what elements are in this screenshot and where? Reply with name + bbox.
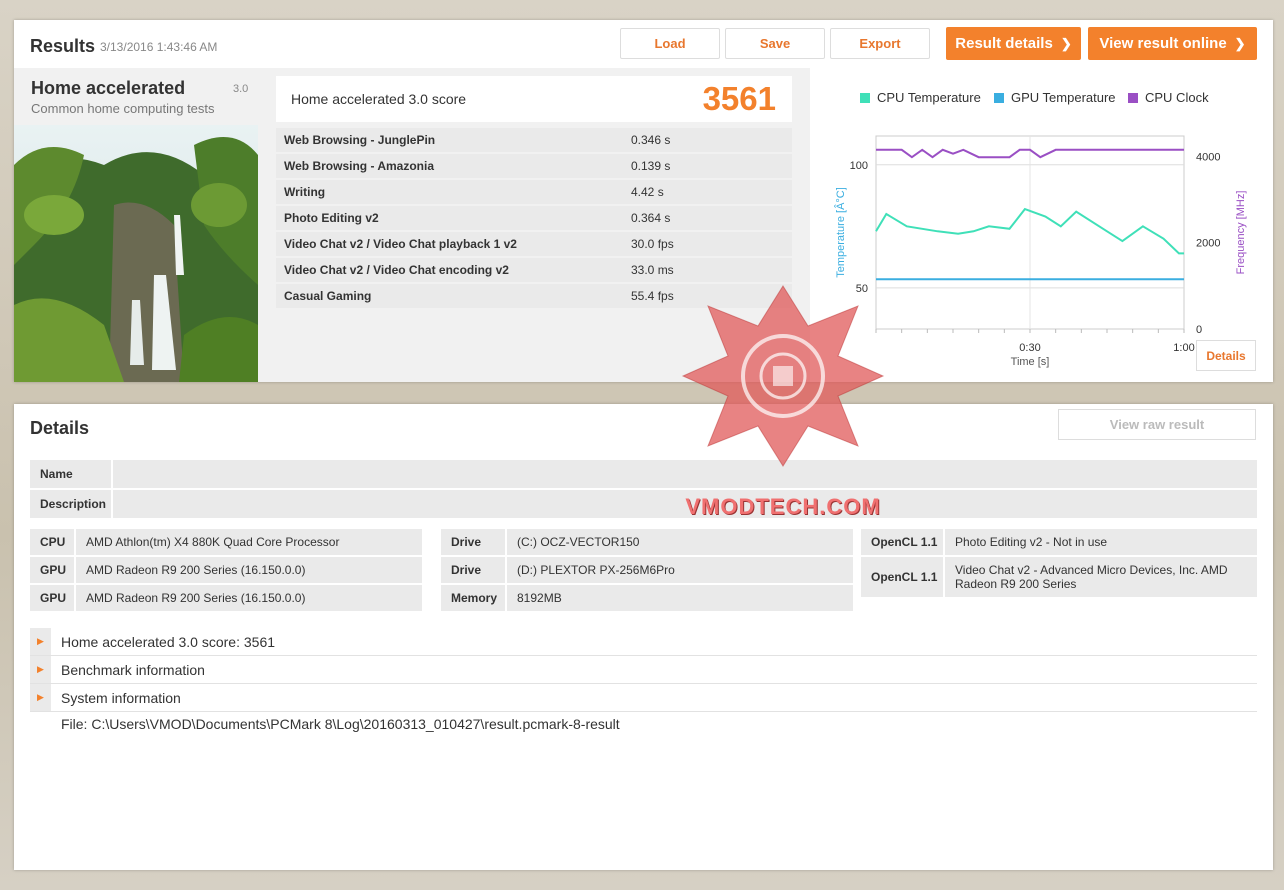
results-title: Results xyxy=(30,36,96,56)
result-details-button[interactable]: Result details ❯ xyxy=(946,27,1081,60)
overall-score-box: Home accelerated 3.0 score 3561 xyxy=(276,76,792,122)
hardware-row: Drive (D:) PLEXTOR PX-256M6Pro xyxy=(441,557,853,583)
hardware-key: Memory xyxy=(441,585,505,611)
name-label: Name xyxy=(30,460,111,488)
subscore-name: Web Browsing - JunglePin xyxy=(284,133,436,147)
hardware-row: OpenCL 1.1 Video Chat v2 - Advanced Micro… xyxy=(861,557,1257,597)
hardware-row: OpenCL 1.1 Photo Editing v2 - Not in use xyxy=(861,529,1257,555)
hardware-value: AMD Radeon R9 200 Series (16.150.0.0) xyxy=(76,557,422,583)
load-button[interactable]: Load xyxy=(620,28,720,59)
hardware-row: CPU AMD Athlon(tm) X4 880K Quad Core Proc… xyxy=(30,529,422,555)
subscore-name: Casual Gaming xyxy=(284,289,372,303)
name-row: Name xyxy=(30,460,1257,488)
hardware-key: OpenCL 1.1 xyxy=(861,557,943,597)
test-name: Home accelerated xyxy=(31,78,186,98)
results-panel: Results 3/13/2016 1:43:46 AM Load Save E… xyxy=(14,20,1273,382)
y-right-tick-label: 4000 xyxy=(1196,151,1220,163)
hardware-row: GPU AMD Radeon R9 200 Series (16.150.0.0) xyxy=(30,585,422,611)
subscore-row: Video Chat v2 / Video Chat playback 1 v2… xyxy=(276,232,792,256)
description-row: Description xyxy=(30,490,1257,518)
hardware-list-right: OpenCL 1.1 Photo Editing v2 - Not in use … xyxy=(861,529,1257,599)
expander-label: Benchmark information xyxy=(61,661,205,678)
y-right-tick-label: 2000 xyxy=(1196,238,1220,250)
x-axis-label: Time [s] xyxy=(1011,356,1050,368)
hardware-key: GPU xyxy=(30,585,74,611)
hardware-value: (C:) OCZ-VECTOR150 xyxy=(507,529,853,555)
subscore-row: Web Browsing - Amazonia 0.139 s xyxy=(276,154,792,178)
expander-system-info[interactable]: ▶ System information xyxy=(30,684,1257,712)
hardware-value: Photo Editing v2 - Not in use xyxy=(945,529,1257,555)
subscore-name: Writing xyxy=(284,185,326,199)
subscore-value: 0.139 s xyxy=(631,159,671,173)
hardware-value: 8192MB xyxy=(507,585,853,611)
chevron-right-icon: ❯ xyxy=(1060,35,1072,51)
y-left-tick-label: 100 xyxy=(850,160,868,172)
score-label: Home accelerated 3.0 score xyxy=(291,91,467,107)
details-body: Name Description CPU AMD Athlon(tm) X4 88… xyxy=(14,448,1273,870)
y-left-axis-label: Temperature [Â°C] xyxy=(834,187,847,278)
subscore-value: 30.0 fps xyxy=(631,237,674,251)
subscore-name: Video Chat v2 / Video Chat playback 1 v2 xyxy=(284,237,517,251)
chart-details-button[interactable]: Details xyxy=(1196,340,1256,371)
hardware-row: GPU AMD Radeon R9 200 Series (16.150.0.0) xyxy=(30,557,422,583)
hardware-key: GPU xyxy=(30,557,74,583)
expander-label: System information xyxy=(61,689,181,706)
hardware-list-left: CPU AMD Athlon(tm) X4 880K Quad Core Proc… xyxy=(30,529,422,613)
expander-benchmark-info[interactable]: ▶ Benchmark information xyxy=(30,656,1257,684)
view-online-label: View result online xyxy=(1099,35,1227,52)
x-tick-label: 1:00 xyxy=(1173,342,1194,354)
description-label: Description xyxy=(30,490,111,518)
expand-arrow-icon: ▶ xyxy=(30,628,51,655)
subscore-value: 0.364 s xyxy=(631,211,671,225)
subscore-name: Video Chat v2 / Video Chat encoding v2 xyxy=(284,263,509,277)
subscore-name: Web Browsing - Amazonia xyxy=(284,159,435,173)
test-description: Common home computing tests xyxy=(31,101,215,116)
subscore-value: 0.346 s xyxy=(631,133,671,147)
hardware-row: Drive (C:) OCZ-VECTOR150 xyxy=(441,529,853,555)
hardware-value: (D:) PLEXTOR PX-256M6Pro xyxy=(507,557,853,583)
expander-score[interactable]: ▶ Home accelerated 3.0 score: 3561 xyxy=(30,628,1257,656)
hardware-list-mid: Drive (C:) OCZ-VECTOR150 Drive (D:) PLEXTO… xyxy=(441,529,853,613)
watermark-text: VMODTECH.COM xyxy=(685,494,881,519)
test-version: 3.0 xyxy=(233,83,249,95)
details-title: Details xyxy=(30,418,90,438)
subscore-name: Photo Editing v2 xyxy=(284,211,379,225)
y-right-axis-label: Frequency [MHz] xyxy=(1235,191,1247,275)
subscore-row: Photo Editing v2 0.364 s xyxy=(276,206,792,230)
hardware-value: AMD Radeon R9 200 Series (16.150.0.0) xyxy=(76,585,422,611)
result-file-path: File: C:\Users\VMOD\Documents\PCMark 8\L… xyxy=(61,716,620,732)
chevron-right-icon: ❯ xyxy=(1234,35,1246,51)
result-date: 3/13/2016 1:43:46 AM xyxy=(100,40,218,54)
view-result-online-button[interactable]: View result online ❯ xyxy=(1088,27,1257,60)
hardware-key: OpenCL 1.1 xyxy=(861,529,943,555)
hardware-value: Video Chat v2 - Advanced Micro Devices, … xyxy=(945,557,1257,597)
view-raw-result-button[interactable]: View raw result xyxy=(1058,409,1256,440)
result-details-label: Result details xyxy=(955,35,1053,52)
vmodtech-watermark: VMODTECH.COM xyxy=(668,276,898,519)
hardware-key: CPU xyxy=(30,529,74,555)
hardware-key: Drive xyxy=(441,529,505,555)
subscore-value: 4.42 s xyxy=(631,185,664,199)
hardware-value: AMD Athlon(tm) X4 880K Quad Core Process… xyxy=(76,529,422,555)
x-tick-label: 0:30 xyxy=(1019,342,1040,354)
score-value: 3561 xyxy=(702,80,776,117)
y-right-tick-label: 0 xyxy=(1196,324,1202,336)
save-button[interactable]: Save xyxy=(725,28,825,59)
expand-arrow-icon: ▶ xyxy=(30,684,51,711)
test-thumbnail-image xyxy=(14,125,258,382)
watermark-logo-icon xyxy=(681,285,885,467)
expand-arrow-icon: ▶ xyxy=(30,656,51,683)
subscore-row: Writing 4.42 s xyxy=(276,180,792,204)
export-button[interactable]: Export xyxy=(830,28,930,59)
hardware-key: Drive xyxy=(441,557,505,583)
subscore-row: Web Browsing - JunglePin 0.346 s xyxy=(276,128,792,152)
hardware-row: Memory 8192MB xyxy=(441,585,853,611)
details-panel: Details View raw result Name Description… xyxy=(14,404,1273,870)
expander-label: Home accelerated 3.0 score: 3561 xyxy=(61,633,276,650)
